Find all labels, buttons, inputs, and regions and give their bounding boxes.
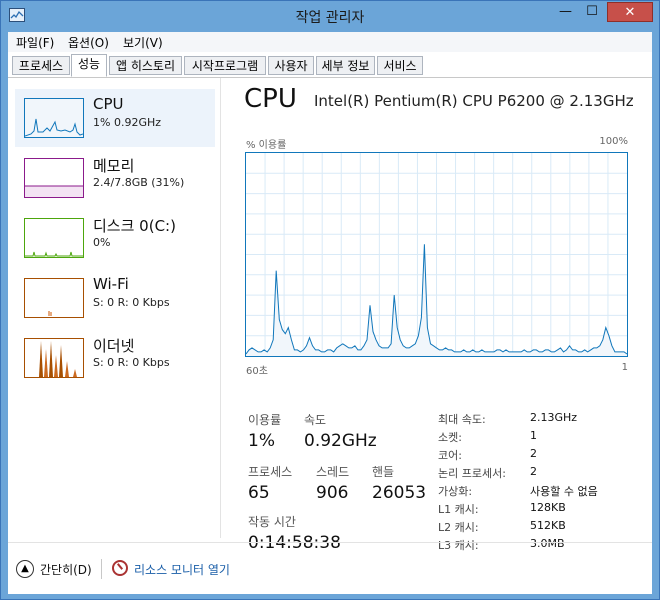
menu-view[interactable]: 보기(V) [123, 34, 163, 51]
spec-virtualization-value: 사용할 수 없음 [530, 485, 598, 498]
minimize-button[interactable]: — [552, 2, 579, 22]
speed-value: 0.92GHz [304, 431, 377, 451]
spec-cores-value: 2 [530, 447, 537, 460]
chevron-up-icon[interactable]: ▲ [16, 560, 34, 578]
tab-services[interactable]: 서비스 [377, 56, 423, 75]
spec-l1-label: L1 캐시: [438, 503, 479, 516]
sidebar-item-cpu[interactable]: CPU 1% 0.92GHz [15, 89, 215, 147]
sidebar-item-detail: 0% [93, 236, 111, 249]
processes-value: 65 [248, 483, 270, 503]
fewer-details-button[interactable]: 간단히(D) [40, 561, 92, 578]
spec-cores-label: 코어: [438, 449, 462, 462]
threads-label: 스레드 [316, 465, 350, 479]
cpu-graph-svg [246, 153, 627, 356]
tab-performance[interactable]: 성능 [71, 54, 107, 77]
tab-app-history[interactable]: 앱 히스토리 [109, 56, 182, 75]
tab-details[interactable]: 세부 정보 [316, 56, 375, 75]
disk-thumbnail-graph [24, 218, 84, 258]
resource-monitor-icon[interactable] [112, 560, 128, 576]
sidebar-item-wifi[interactable]: Wi-Fi S: 0 R: 0 Kbps [15, 269, 215, 327]
spec-max-speed-label: 최대 속도: [438, 413, 486, 426]
sidebar-item-label: 이더넷 [93, 337, 135, 355]
sidebar-item-label: 메모리 [93, 157, 135, 175]
cpu-detail-panel: CPU Intel(R) Pentium(R) CPU P6200 @ 2.13… [234, 78, 644, 553]
resource-monitor-link[interactable]: 리소스 모니터 열기 [134, 561, 230, 578]
sidebar-item-label: Wi-Fi [93, 275, 129, 293]
spec-sockets-label: 소켓: [438, 431, 462, 444]
sidebar-item-detail: 2.4/7.8GB (31%) [93, 176, 185, 189]
utilization-label: 이용률 [248, 413, 282, 427]
uptime-label: 작동 시간 [248, 515, 296, 529]
title-bar[interactable]: 작업 관리자 — ☐ ✕ [1, 1, 659, 31]
graph-label-max: 100% [599, 136, 628, 147]
speed-label: 속도 [304, 413, 327, 427]
footer-bar: ▲ 간단히(D) 리소스 모니터 열기 [8, 542, 652, 593]
tab-processes[interactable]: 프로세스 [12, 56, 70, 75]
graph-label-utilization: % 이용률 [246, 140, 287, 151]
tab-strip: 프로세스 성능 앱 히스토리 시작프로그램 사용자 세부 정보 서비스 [8, 53, 652, 78]
page-title: CPU [244, 84, 297, 114]
spec-l2-label: L2 캐시: [438, 521, 479, 534]
cpu-utilization-graph [245, 152, 628, 357]
spec-virtualization-label: 가상화: [438, 485, 473, 498]
handles-value: 26053 [372, 483, 427, 503]
sidebar-item-label: CPU [93, 95, 124, 113]
threads-value: 906 [316, 483, 349, 503]
graph-axis-left: 60초 [246, 366, 268, 377]
task-manager-window: 작업 관리자 — ☐ ✕ 파일(F) 옵션(O) 보기(V) 프로세스 성능 앱… [0, 0, 660, 600]
sidebar-item-disk[interactable]: 디스크 0(C:) 0% [15, 209, 215, 267]
footer-divider [101, 559, 102, 579]
menu-bar: 파일(F) 옵션(O) 보기(V) [8, 32, 652, 52]
sidebar-item-detail: 1% 0.92GHz [93, 116, 162, 129]
cpu-thumbnail-graph [24, 98, 84, 138]
close-button[interactable]: ✕ [607, 2, 653, 22]
tab-startup[interactable]: 시작프로그램 [184, 56, 266, 75]
cpu-model: Intel(R) Pentium(R) CPU P6200 @ 2.13GHz [314, 92, 634, 110]
spec-l2-value: 512KB [530, 519, 566, 532]
sidebar-item-ethernet[interactable]: 이더넷 S: 0 R: 0 Kbps [15, 329, 215, 387]
spec-logical-label: 논리 프로세서: [438, 467, 506, 480]
wifi-thumbnail-graph [24, 278, 84, 318]
graph-axis-right: 1 [621, 362, 628, 373]
sidebar-item-detail: S: 0 R: 0 Kbps [93, 356, 170, 369]
menu-options[interactable]: 옵션(O) [68, 34, 109, 51]
client-area: 파일(F) 옵션(O) 보기(V) 프로세스 성능 앱 히스토리 시작프로그램 … [8, 32, 652, 594]
spec-sockets-value: 1 [530, 429, 537, 442]
ethernet-thumbnail-graph [24, 338, 84, 378]
sidebar-item-memory[interactable]: 메모리 2.4/7.8GB (31%) [15, 149, 215, 207]
maximize-button[interactable]: ☐ [579, 2, 605, 22]
utilization-value: 1% [248, 431, 275, 451]
resource-sidebar: CPU 1% 0.92GHz 메모리 2.4/7.8GB (31%) 디스크 0… [8, 78, 221, 538]
spec-max-speed-value: 2.13GHz [530, 411, 578, 424]
memory-thumbnail-graph [24, 158, 84, 198]
menu-file[interactable]: 파일(F) [16, 34, 54, 51]
sidebar-item-label: 디스크 0(C:) [93, 217, 176, 235]
tab-users[interactable]: 사용자 [268, 56, 314, 75]
sidebar-item-detail: S: 0 R: 0 Kbps [93, 296, 170, 309]
spec-logical-value: 2 [530, 465, 537, 478]
processes-label: 프로세스 [248, 465, 293, 479]
handles-label: 핸들 [372, 465, 395, 479]
spec-l1-value: 128KB [530, 501, 566, 514]
